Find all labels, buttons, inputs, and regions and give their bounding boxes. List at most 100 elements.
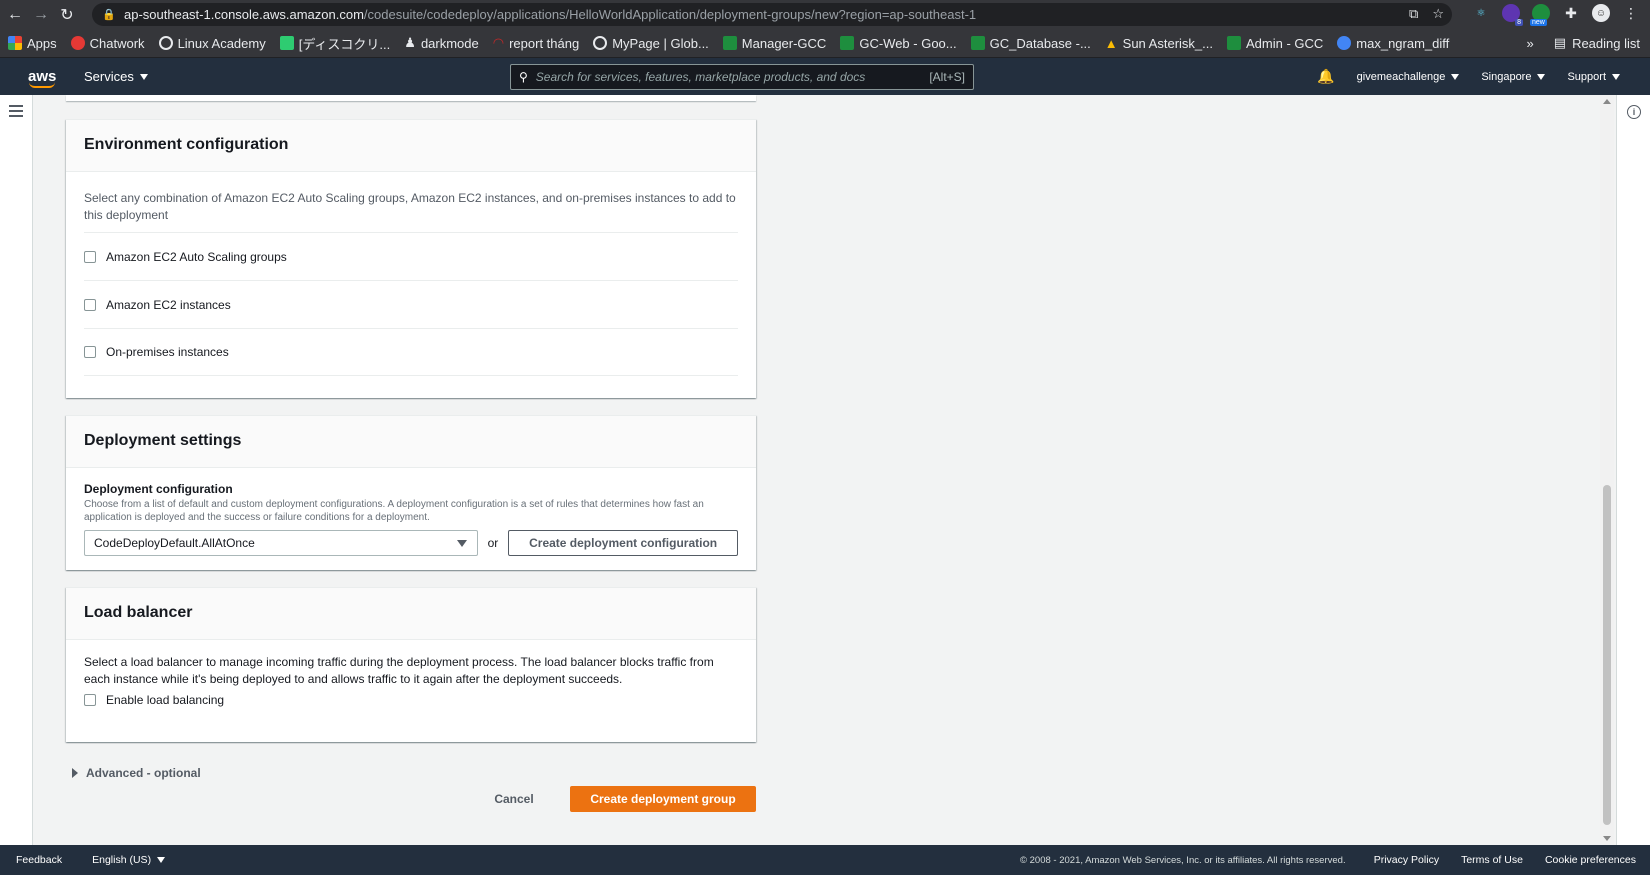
support-menu[interactable]: Support <box>1567 71 1620 83</box>
bookmark-item[interactable]: max_ngram_diff <box>1337 36 1449 51</box>
address-bar[interactable]: 🔒 ap-southeast-1.console.aws.amazon.com /… <box>92 3 1452 26</box>
reload-icon[interactable]: ↻ <box>56 4 78 26</box>
caret-down-icon <box>139 73 148 80</box>
bookmark-item[interactable]: Manager-GCC <box>722 36 826 51</box>
extension-icon[interactable]: new <box>1530 4 1550 26</box>
aws-logo[interactable]: aws <box>28 68 60 88</box>
bookmark-item[interactable]: Linux Academy <box>158 36 266 51</box>
forward-icon[interactable]: → <box>30 4 52 26</box>
extension-icon[interactable]: 8 <box>1502 4 1523 26</box>
sheets-icon <box>840 36 855 50</box>
extension-badge: 8 <box>1515 19 1523 26</box>
feedback-link[interactable]: Feedback <box>16 854 62 866</box>
back-icon[interactable]: ← <box>4 4 26 26</box>
puzzle-icon[interactable]: ✚ <box>1562 4 1580 22</box>
bell-icon[interactable]: 🔔 <box>1317 68 1334 85</box>
bookmark-item[interactable]: MyPage | Glob... <box>593 36 709 51</box>
aws-console-header: aws Services ⚲ Search for services, feat… <box>0 58 1650 95</box>
environment-configuration-panel: Environment configuration Select any com… <box>66 119 756 398</box>
advanced-expander[interactable]: Advanced - optional <box>72 766 201 780</box>
caret-down-icon <box>1451 73 1460 80</box>
left-nav-rail <box>0 95 33 845</box>
sheets-icon <box>1226 36 1241 50</box>
reading-list[interactable]: » ▤ Reading list <box>1527 35 1640 51</box>
environment-description: Select any combination of Amazon EC2 Aut… <box>84 191 736 222</box>
or-text: or <box>487 536 499 550</box>
globe-icon <box>158 36 173 50</box>
info-icon[interactable]: i <box>1627 105 1641 119</box>
checkbox-row[interactable]: Amazon EC2 instances <box>84 280 738 328</box>
aws-smile-icon <box>29 82 55 88</box>
panel-title: Deployment settings <box>66 416 756 468</box>
bookmarks-bar: Apps Chatwork Linux Academy [ディスコクリ... ♟… <box>0 29 1650 58</box>
drive-icon: ▲ <box>1104 35 1118 51</box>
load-balancer-description: Select a load balancer to manage incomin… <box>84 655 714 686</box>
cookie-preferences-link[interactable]: Cookie preferences <box>1545 854 1636 866</box>
person-icon: ♟ <box>404 35 416 50</box>
search-input[interactable]: ⚲ Search for services, features, marketp… <box>510 64 974 90</box>
region-menu[interactable]: Singapore <box>1481 71 1546 83</box>
bookmark-item[interactable]: ♟ darkmode <box>404 35 478 51</box>
bookmark-item[interactable]: Admin - GCC <box>1226 36 1323 51</box>
bookmark-item[interactable]: ◠ report tháng <box>493 35 579 51</box>
create-deployment-group-button[interactable]: Create deployment group <box>570 786 756 812</box>
url-host: ap-southeast-1.console.aws.amazon.com <box>124 7 364 22</box>
lock-icon: 🔒 <box>102 9 116 21</box>
bookmark-item[interactable]: ▲ Sun Asterisk_... <box>1105 36 1213 51</box>
react-extension-icon[interactable]: ⚛ <box>1472 4 1490 22</box>
sheets-icon <box>722 36 737 50</box>
right-tools-rail: i <box>1616 95 1650 845</box>
checkbox-row[interactable]: Amazon EC2 Auto Scaling groups <box>84 232 738 280</box>
scroll-thumb[interactable] <box>1603 485 1611 825</box>
scroll-up-icon[interactable] <box>1603 99 1611 104</box>
bookmark-item[interactable]: [ディスコクリ... <box>279 34 390 53</box>
caret-down-icon <box>1612 73 1620 80</box>
account-menu[interactable]: givemeachallenge <box>1357 71 1460 83</box>
terms-of-use-link[interactable]: Terms of Use <box>1461 854 1523 866</box>
onprem-checkbox[interactable] <box>84 346 96 358</box>
kebab-menu-icon[interactable]: ⋮ <box>1622 4 1640 22</box>
translate-icon[interactable]: ⧉ <box>1409 6 1418 22</box>
panel-title: Load balancer <box>66 588 756 640</box>
caret-right-icon <box>72 768 78 778</box>
extension-badge: new <box>1530 19 1547 26</box>
site-icon <box>279 36 294 50</box>
cancel-button[interactable]: Cancel <box>484 786 544 812</box>
console-footer: Feedback English (US) © 2008 - 2021, Ama… <box>0 845 1650 875</box>
bookmark-star-icon[interactable]: ☆ <box>1432 6 1444 22</box>
url-path: /codesuite/codedeploy/applications/Hello… <box>363 7 977 22</box>
panel-title: Environment configuration <box>66 120 756 172</box>
previous-panel-edge <box>66 95 756 101</box>
search-shortcut: [Alt+S] <box>929 70 965 84</box>
arc-icon: ◠ <box>492 35 505 50</box>
globe-icon <box>593 36 608 50</box>
ec2-checkbox[interactable] <box>84 298 96 311</box>
apps-grid-icon <box>8 36 22 50</box>
copyright: © 2008 - 2021, Amazon Web Services, Inc.… <box>1020 855 1346 866</box>
services-menu[interactable]: Services <box>84 69 148 84</box>
bookmark-item[interactable]: Chatwork <box>70 36 145 51</box>
more-bookmarks[interactable]: » <box>1527 36 1534 51</box>
enable-load-balancing-row[interactable]: Enable load balancing <box>84 693 738 707</box>
reading-list-icon: ▤ <box>1553 35 1567 50</box>
caret-down-icon <box>1537 73 1546 80</box>
browser-toolbar: ← → ↻ 🔒 ap-southeast-1.console.aws.amazo… <box>0 0 1650 29</box>
language-selector[interactable]: English (US) <box>92 854 166 866</box>
caret-down-icon <box>456 540 467 547</box>
checkbox-row[interactable]: On-premises instances <box>84 328 738 376</box>
asg-checkbox[interactable] <box>84 250 96 263</box>
bookmark-item[interactable]: GC-Web - Goo... <box>840 36 957 51</box>
avatar[interactable]: ☺ <box>1592 4 1610 22</box>
create-deployment-config-button[interactable]: Create deployment configuration <box>508 530 738 556</box>
bookmark-item[interactable]: GC_Database -... <box>970 36 1091 51</box>
deployment-config-label: Deployment configuration <box>84 482 233 496</box>
deployment-settings-panel: Deployment settings Deployment configura… <box>66 415 756 570</box>
scroll-down-icon[interactable] <box>1603 836 1611 841</box>
privacy-policy-link[interactable]: Privacy Policy <box>1374 854 1439 866</box>
deployment-config-select[interactable]: CodeDeployDefault.AllAtOnce <box>84 530 478 556</box>
hamburger-menu-icon[interactable] <box>9 105 23 120</box>
scrollbar[interactable] <box>1600 95 1614 845</box>
bookmark-apps[interactable]: Apps <box>8 36 57 51</box>
enable-load-balancing-checkbox[interactable] <box>84 694 96 706</box>
sheets-icon <box>970 36 985 50</box>
